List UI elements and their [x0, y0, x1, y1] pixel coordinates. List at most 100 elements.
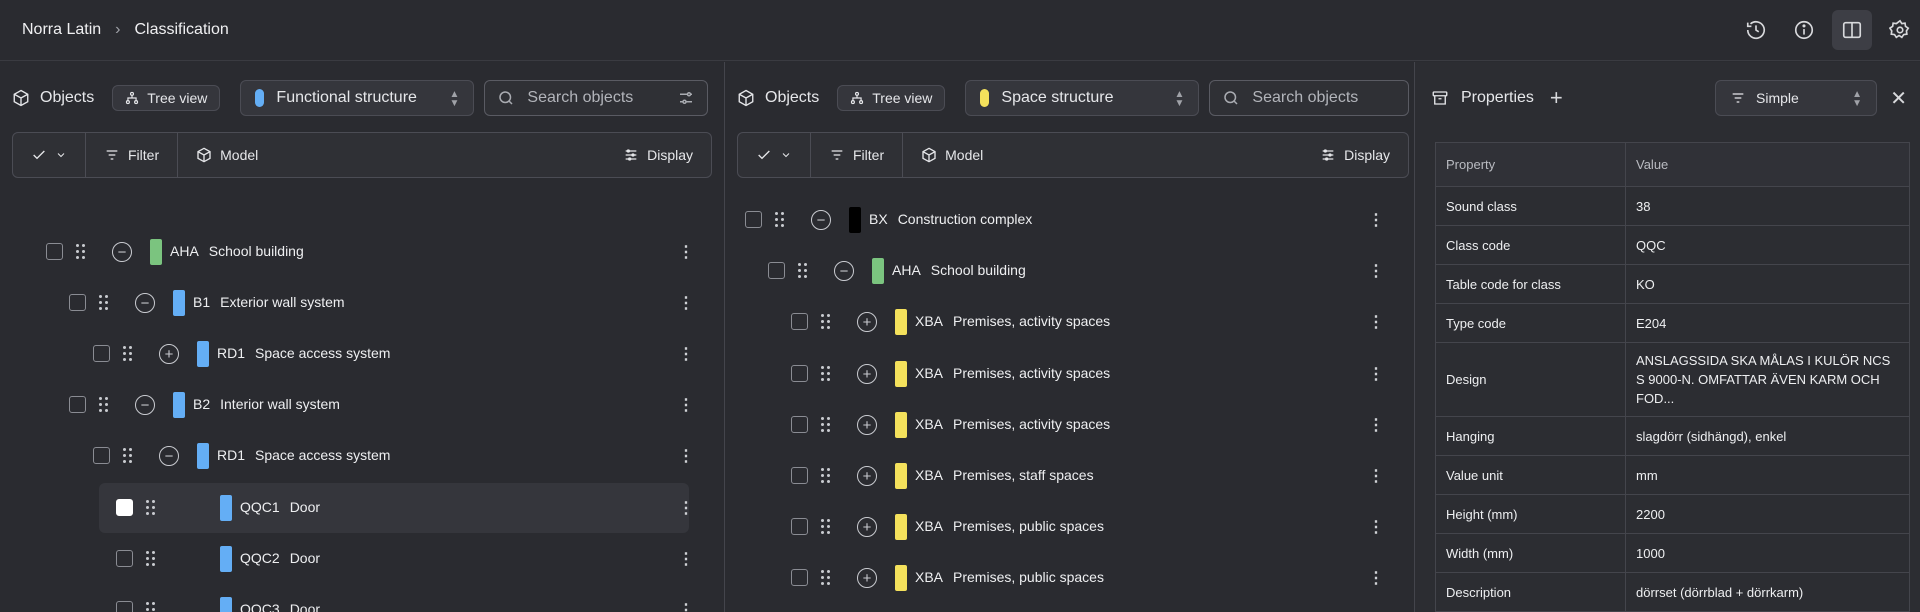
more-options-icon[interactable]: ⋮: [676, 343, 696, 365]
tree-row[interactable]: − BX Construction complex ⋮: [725, 195, 1414, 245]
row-checkbox[interactable]: [768, 262, 785, 279]
row-checkbox[interactable]: [791, 467, 808, 484]
more-options-icon[interactable]: ⋮: [676, 394, 696, 416]
expand-icon[interactable]: +: [857, 466, 877, 486]
row-checkbox[interactable]: [116, 499, 133, 516]
model-button[interactable]: Model: [178, 133, 605, 177]
expand-icon[interactable]: +: [857, 312, 877, 332]
more-options-icon[interactable]: ⋮: [1366, 260, 1386, 282]
tree-row[interactable]: − RD1 Space access system ⋮: [0, 431, 723, 481]
more-options-icon[interactable]: ⋮: [1366, 567, 1386, 589]
row-checkbox[interactable]: [69, 294, 86, 311]
tree-row[interactable]: − B1 Exterior wall system ⋮: [0, 278, 723, 328]
structure-select[interactable]: Functional structure ▲ ▼: [240, 80, 475, 116]
tree-row[interactable]: − AHA School building ⋮: [0, 227, 723, 277]
tree-row[interactable]: + XBA Premises, activity spaces ⋮: [725, 349, 1414, 399]
tree-row[interactable]: + XBA Premises, activity spaces ⋮: [725, 297, 1414, 347]
expand-icon[interactable]: +: [857, 415, 877, 435]
close-button[interactable]: ✕: [1890, 86, 1907, 111]
more-options-icon[interactable]: ⋮: [1366, 465, 1386, 487]
expand-icon[interactable]: +: [857, 364, 877, 384]
more-options-icon[interactable]: ⋮: [1366, 414, 1386, 436]
drag-handle-icon[interactable]: [821, 417, 831, 433]
drag-handle-icon[interactable]: [821, 468, 831, 484]
more-options-icon[interactable]: ⋮: [676, 445, 696, 467]
row-checkbox[interactable]: [93, 447, 110, 464]
row-checkbox[interactable]: [791, 313, 808, 330]
drag-handle-icon[interactable]: [821, 314, 831, 330]
row-checkbox[interactable]: [791, 365, 808, 382]
collapse-icon[interactable]: −: [811, 210, 831, 230]
drag-handle-icon[interactable]: [123, 346, 133, 362]
more-options-icon[interactable]: ⋮: [1366, 209, 1386, 231]
more-options-icon[interactable]: ⋮: [676, 599, 696, 612]
drag-handle-icon[interactable]: [146, 602, 156, 612]
drag-handle-icon[interactable]: [146, 500, 156, 516]
drag-handle-icon[interactable]: [76, 244, 86, 260]
row-checkbox[interactable]: [791, 416, 808, 433]
row-checkbox[interactable]: [93, 345, 110, 362]
row-checkbox[interactable]: [745, 211, 762, 228]
tree-row[interactable]: + XBA Premises, activity spaces ⋮: [725, 400, 1414, 450]
drag-handle-icon[interactable]: [798, 263, 808, 279]
drag-handle-icon[interactable]: [146, 551, 156, 567]
tree-view-button[interactable]: Tree view: [837, 85, 946, 111]
structure-select[interactable]: Space structure ▲ ▼: [965, 80, 1200, 116]
tree-row[interactable]: + XBA Premises, staff spaces ⋮: [725, 451, 1414, 501]
history-icon[interactable]: [1736, 10, 1776, 50]
settings-icon[interactable]: [1880, 10, 1920, 50]
row-checkbox[interactable]: [791, 518, 808, 535]
filter-sliders-icon[interactable]: [677, 89, 695, 107]
tree-view-button[interactable]: Tree view: [112, 85, 221, 111]
expand-icon[interactable]: +: [857, 568, 877, 588]
tree-row[interactable]: QQC1 Door ⋮: [0, 483, 723, 533]
tree-row[interactable]: + RD1 Space access system ⋮: [0, 329, 723, 379]
row-checkbox[interactable]: [69, 396, 86, 413]
drag-handle-icon[interactable]: [821, 570, 831, 586]
filter-button[interactable]: Filter: [811, 133, 904, 177]
more-options-icon[interactable]: ⋮: [676, 292, 696, 314]
tree-row[interactable]: + XBA Premises, public spaces ⋮: [725, 553, 1414, 603]
drag-handle-icon[interactable]: [123, 448, 133, 464]
tree-row[interactable]: − AHA School building ⋮: [725, 246, 1414, 296]
search-box[interactable]: [484, 80, 709, 116]
row-checkbox[interactable]: [116, 601, 133, 612]
tree-row[interactable]: QQC3 Door ⋮: [0, 585, 723, 612]
add-property-button[interactable]: +: [1550, 85, 1563, 111]
display-button[interactable]: Display: [1302, 133, 1408, 177]
tree-row[interactable]: − B2 Interior wall system ⋮: [0, 380, 723, 430]
split-view-icon[interactable]: [1832, 10, 1872, 50]
search-box[interactable]: [1209, 80, 1410, 116]
tree-row[interactable]: QQC2 Door ⋮: [0, 534, 723, 584]
row-checkbox[interactable]: [46, 243, 63, 260]
search-input[interactable]: [1252, 89, 1383, 107]
drag-handle-icon[interactable]: [99, 295, 109, 311]
select-all-dropdown[interactable]: [13, 133, 86, 177]
more-options-icon[interactable]: ⋮: [676, 241, 696, 263]
info-icon[interactable]: [1784, 10, 1824, 50]
row-checkbox[interactable]: [791, 569, 808, 586]
row-checkbox[interactable]: [116, 550, 133, 567]
drag-handle-icon[interactable]: [821, 366, 831, 382]
drag-handle-icon[interactable]: [775, 212, 785, 228]
collapse-icon[interactable]: −: [834, 261, 854, 281]
mode-select[interactable]: Simple ▲ ▼: [1715, 80, 1877, 116]
collapse-icon[interactable]: −: [135, 395, 155, 415]
drag-handle-icon[interactable]: [821, 519, 831, 535]
model-button[interactable]: Model: [903, 133, 1302, 177]
collapse-icon[interactable]: −: [135, 293, 155, 313]
expand-icon[interactable]: +: [159, 344, 179, 364]
tree-row[interactable]: + XBA Premises, public spaces ⋮: [725, 502, 1414, 552]
drag-handle-icon[interactable]: [99, 397, 109, 413]
select-all-dropdown[interactable]: [738, 133, 811, 177]
collapse-icon[interactable]: −: [159, 446, 179, 466]
more-options-icon[interactable]: ⋮: [1366, 363, 1386, 385]
filter-button[interactable]: Filter: [86, 133, 179, 177]
breadcrumb-project[interactable]: Norra Latin: [22, 21, 101, 39]
search-input[interactable]: [527, 89, 658, 107]
collapse-icon[interactable]: −: [112, 242, 132, 262]
more-options-icon[interactable]: ⋮: [1366, 311, 1386, 333]
more-options-icon[interactable]: ⋮: [676, 548, 696, 570]
more-options-icon[interactable]: ⋮: [1366, 516, 1386, 538]
more-options-icon[interactable]: ⋮: [676, 497, 696, 519]
